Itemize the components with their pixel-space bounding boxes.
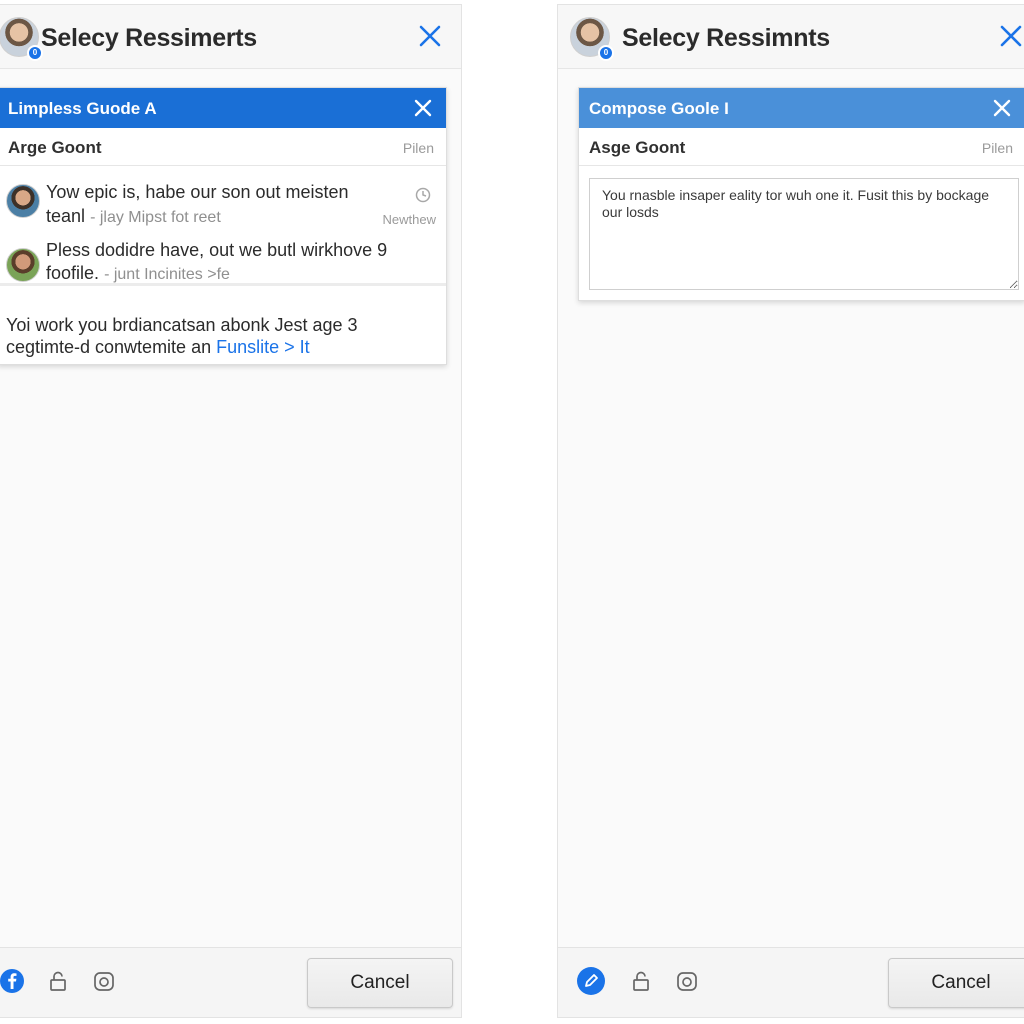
- lock-icon[interactable]: [45, 968, 71, 994]
- recipient-name: Arge Goont: [8, 138, 102, 157]
- card-title-bar: Compose Goole I: [579, 88, 1024, 128]
- camera-icon[interactable]: [91, 968, 117, 994]
- message-card: Limpless Guode A Arge Goont Pilen Yow ep…: [0, 87, 447, 365]
- message-text-cont: teanl: [46, 206, 86, 226]
- left-panel: 0 Selecy Ressimerts Limpless Guode A Arg…: [0, 4, 462, 1018]
- card-title-bar: Limpless Guode A: [0, 88, 446, 128]
- message-text: Yow epic is, habe our son out meisten: [46, 182, 349, 202]
- panel-footer: Cancel: [0, 947, 461, 1017]
- panel-header: 0 Selecy Ressimerts: [0, 5, 461, 69]
- panel-footer: Cancel: [558, 947, 1024, 1017]
- avatar: [6, 248, 40, 282]
- message-meta: - jlay Mipst fot reet: [90, 209, 221, 226]
- footer-link[interactable]: Funslite > It: [216, 337, 310, 357]
- clock-icon: [415, 187, 431, 203]
- close-icon[interactable]: [991, 97, 1013, 119]
- panel-title: Selecy Ressimerts: [41, 24, 257, 52]
- card-title: Limpless Guode A: [8, 99, 157, 118]
- plan-label[interactable]: Pilen: [403, 140, 434, 156]
- message-time: Newthew: [382, 212, 436, 227]
- card-subheader: Arge Goont Pilen: [0, 128, 446, 166]
- plan-label[interactable]: Pilen: [982, 140, 1013, 156]
- edit-icon[interactable]: [576, 966, 606, 996]
- panel-header: 0 Selecy Ressimnts: [558, 5, 1024, 69]
- list-item[interactable]: Pless dodidre have, out we butl wirkhove…: [0, 226, 446, 286]
- user-avatar[interactable]: 0: [0, 17, 43, 61]
- avatar: [6, 184, 40, 218]
- card-subheader: Asge Goont Pilen: [579, 128, 1024, 166]
- card-title: Compose Goole I: [589, 99, 729, 118]
- close-icon[interactable]: [412, 97, 434, 119]
- lock-icon[interactable]: [628, 968, 654, 994]
- message-text: Pless dodidre have, out we butl wirkhove…: [46, 240, 388, 260]
- footer-line: cegtimte-d conwtemite an: [6, 337, 212, 357]
- cancel-button[interactable]: Cancel: [307, 958, 453, 1008]
- close-icon[interactable]: [415, 21, 445, 51]
- camera-icon[interactable]: [674, 968, 700, 994]
- compose-textarea[interactable]: You rnasble insaper eality tor wuh one i…: [589, 178, 1019, 290]
- message-meta: - junt Incinites >fe: [104, 266, 230, 283]
- recipient-name: Asge Goont: [589, 138, 686, 157]
- card-footer-text: Yoi work you brdiancatsan abonk Jest age…: [6, 314, 438, 358]
- compose-card: Compose Goole I Asge Goont Pilen You rna…: [578, 87, 1024, 301]
- close-icon[interactable]: [996, 21, 1024, 51]
- cancel-button[interactable]: Cancel: [888, 958, 1024, 1008]
- right-panel: 0 Selecy Ressimnts Compose Goole I Asge …: [557, 4, 1024, 1018]
- list-item[interactable]: Yow epic is, habe our son out meisten te…: [0, 168, 446, 227]
- facebook-icon[interactable]: [0, 968, 25, 994]
- panel-title: Selecy Ressimnts: [622, 24, 830, 52]
- message-text-cont: foofile.: [46, 263, 100, 283]
- user-avatar[interactable]: 0: [570, 17, 614, 61]
- notification-badge: 0: [598, 45, 614, 61]
- footer-line: Yoi work you brdiancatsan abonk Jest age…: [6, 315, 358, 335]
